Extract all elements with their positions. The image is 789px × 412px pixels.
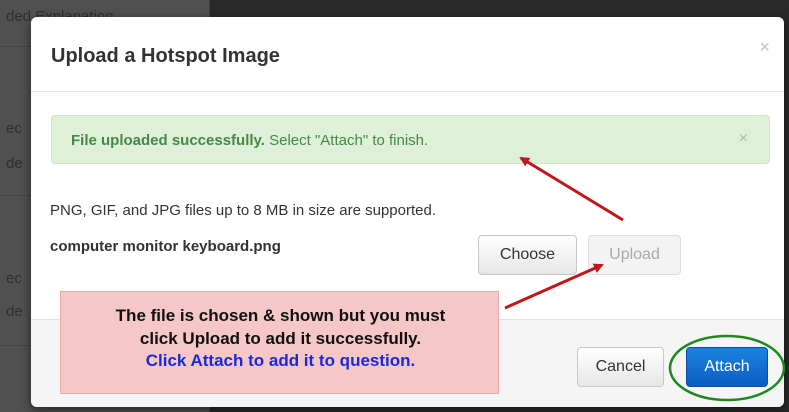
background-text: ec <box>6 270 22 287</box>
selected-filename: computer monitor keyboard.png <box>50 238 281 255</box>
alert-close-icon[interactable]: × <box>739 130 748 148</box>
background-text: de <box>6 155 23 172</box>
alert-text: Select "Attach" to finish. <box>264 132 429 149</box>
background-text: ec <box>6 120 22 137</box>
upload-button[interactable]: Upload <box>588 235 681 275</box>
choose-button[interactable]: Choose <box>478 235 577 275</box>
close-icon[interactable]: × <box>759 37 770 58</box>
alert-message: File uploaded successfully. Select "Atta… <box>71 132 428 149</box>
annotation-line: click Upload to add it successfully. <box>139 329 422 348</box>
dialog-title: Upload a Hotspot Image <box>51 45 280 67</box>
annotation-callout: The file is chosen & shown but you must … <box>60 291 499 394</box>
dialog-header: Upload a Hotspot Image × <box>31 17 784 92</box>
annotation-highlight-line: Click Attach to add it to question. <box>145 351 416 370</box>
success-alert: File uploaded successfully. Select "Atta… <box>51 115 770 164</box>
annotation-line: The file is chosen & shown but you must <box>115 306 446 325</box>
cancel-button[interactable]: Cancel <box>577 347 664 387</box>
supported-formats-text: PNG, GIF, and JPG files up to 8 MB in si… <box>50 202 437 219</box>
background-text: de <box>6 303 23 320</box>
attach-button[interactable]: Attach <box>686 347 768 387</box>
alert-strong-text: File uploaded successfully. <box>71 132 265 149</box>
